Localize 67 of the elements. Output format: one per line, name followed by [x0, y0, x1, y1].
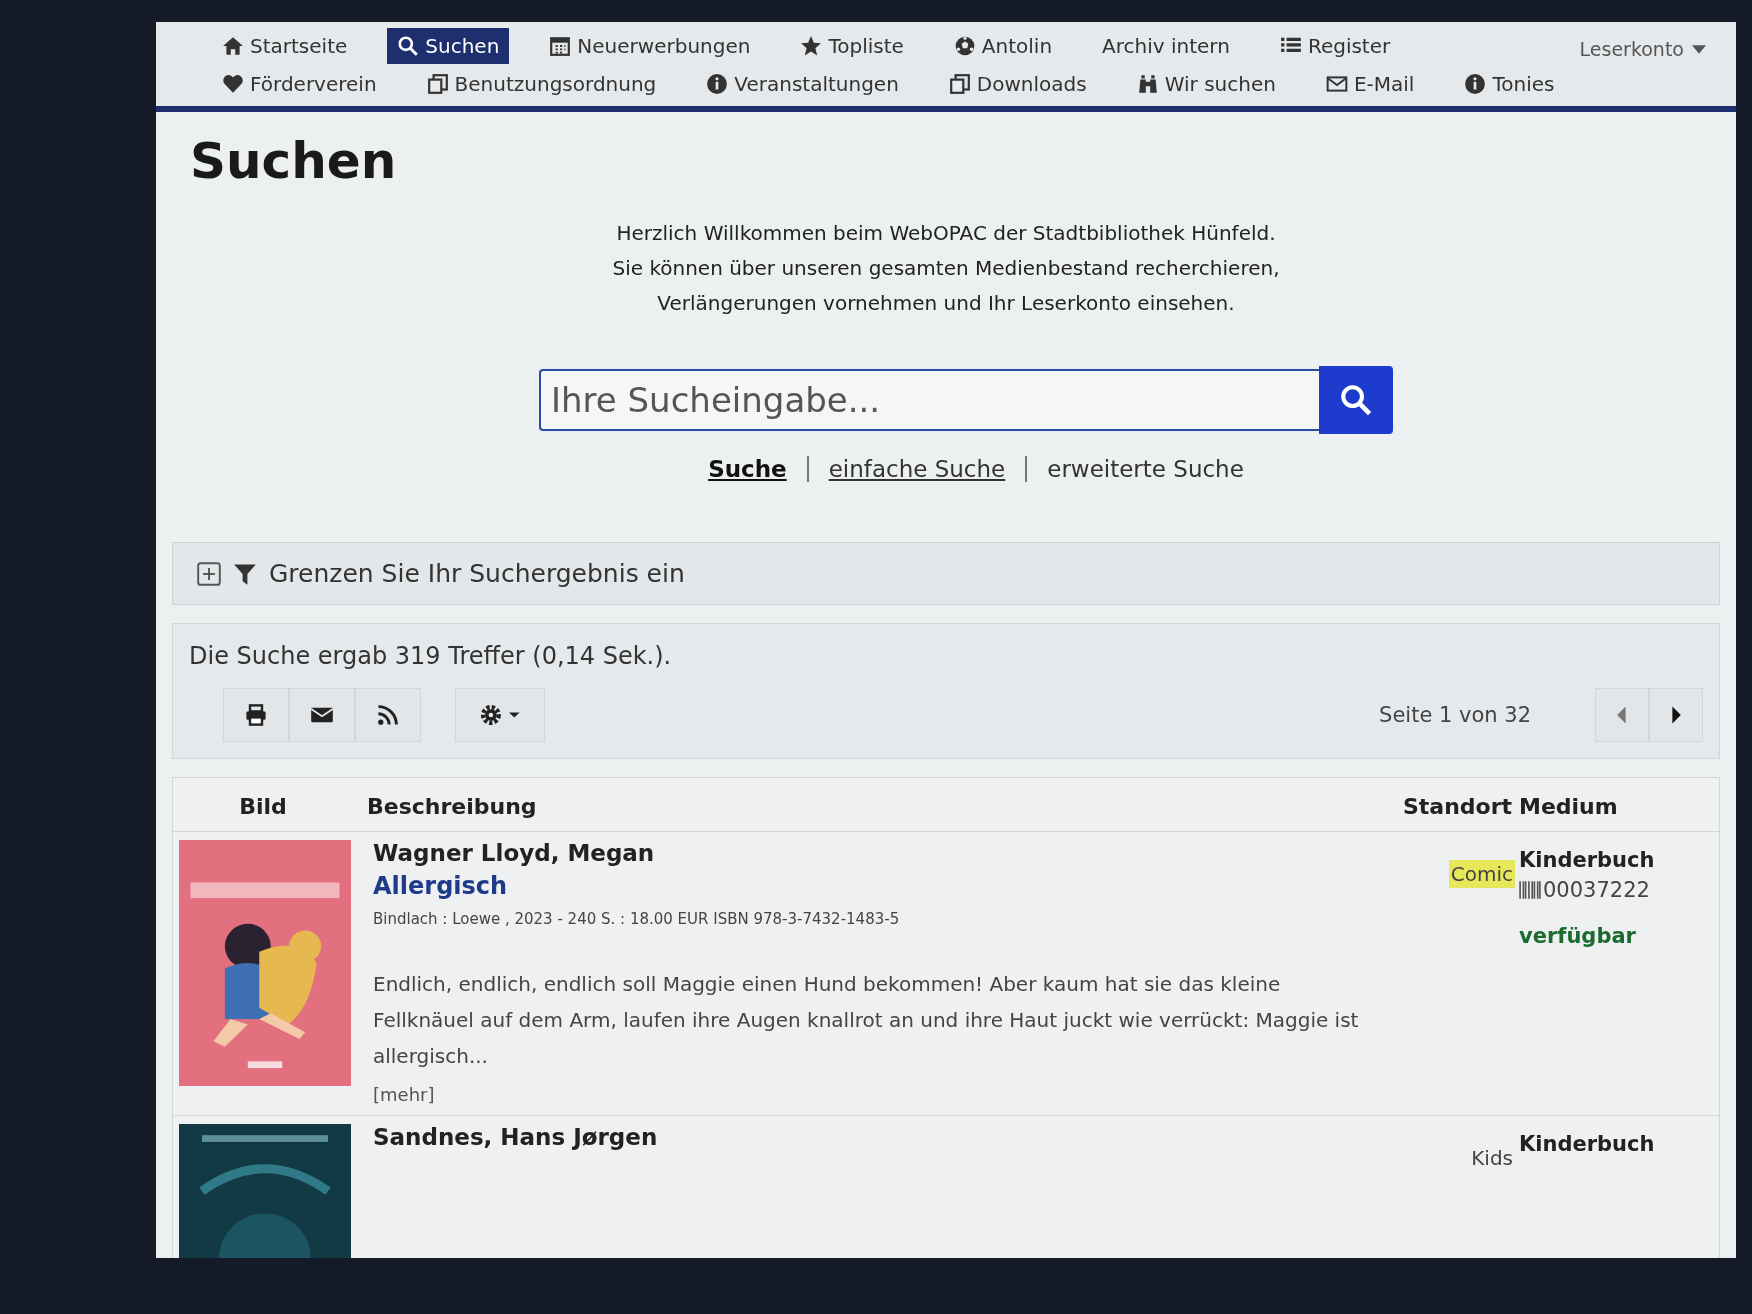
column-header: Standort	[1403, 794, 1514, 819]
nav-link[interactable]: Tonies	[1454, 66, 1565, 102]
printer-icon	[244, 703, 268, 727]
column-header: Bild	[238, 794, 288, 819]
nav-link[interactable]: Startseite	[212, 28, 358, 64]
author-name: Wagner Lloyd, Megan	[373, 840, 656, 866]
nav-link[interactable]: Archiv intern	[1092, 28, 1240, 64]
page-indicator: Seite 1 von 32	[1379, 703, 1531, 727]
title-link[interactable]: Allergisch	[373, 872, 1403, 900]
medium-type: Kinderbuch	[1519, 1132, 1656, 1156]
search-icon	[1339, 383, 1373, 417]
info-icon	[706, 73, 729, 95]
search-mode-link[interactable]: erweiterte Suche	[1047, 456, 1244, 482]
author-name: Sandnes, Hans Jørgen	[373, 1124, 659, 1150]
right-arrow-icon	[1670, 706, 1682, 724]
copy-icon	[948, 73, 971, 95]
availability-status: verfügbar	[1519, 924, 1637, 948]
copy-icon	[426, 73, 449, 95]
nav-link[interactable]: Topliste	[790, 28, 914, 64]
publication-details: Bindlach : Loewe , 2023 - 240 S. : 18.00 EUR ISBN 978-3-7432-1483-5	[373, 910, 901, 928]
nav-link[interactable]: Suchen	[387, 28, 510, 64]
result-summary: Die Suche ergab 319 Treffer (0,14 Sek.).	[189, 642, 673, 670]
envelope-icon	[1325, 73, 1348, 95]
search-field[interactable]: Ihre Sucheingabe...	[539, 369, 1319, 431]
nav-link[interactable]: Veranstaltungen	[696, 66, 909, 102]
nav-link[interactable]: Register	[1269, 28, 1401, 64]
page-title: Suchen	[190, 132, 398, 190]
caret-icon	[1692, 44, 1706, 54]
expand-icon[interactable]	[197, 561, 221, 586]
nav-link[interactable]: Förderverein	[212, 66, 387, 102]
search-mode-link[interactable]: einfache Suche	[828, 456, 1006, 482]
house-icon	[222, 35, 244, 57]
nav-link[interactable]: Downloads	[938, 66, 1097, 102]
location-label: Comic	[1448, 860, 1515, 888]
search-button[interactable]	[1319, 366, 1393, 434]
location-label: Kids	[1470, 1145, 1514, 1172]
next-page-button[interactable]	[1649, 688, 1703, 742]
medium-type: Kinderbuch	[1519, 848, 1656, 872]
more-link[interactable]: [mehr]	[373, 1084, 1403, 1105]
account-menu[interactable]: Leserkonto	[1579, 28, 1706, 60]
nav-link[interactable]: Neuerwerbungen	[539, 28, 761, 64]
barcode-icon	[1519, 881, 1541, 899]
column-header: Beschreibung	[366, 794, 538, 819]
filter-icon	[233, 561, 257, 586]
rss-button[interactable]	[355, 688, 421, 742]
column-header: Medium	[1518, 794, 1619, 819]
nav-link[interactable]: Antolin	[943, 28, 1063, 64]
binoculars-icon	[1136, 73, 1159, 95]
search-icon	[397, 35, 420, 57]
abstract-text: Endlich, endlich, endlich soll Maggie einen Hund bekommen! Aber kaum hat sie das kleine Fellknäuel auf dem Arm, laufen ihre Augen knallrot an und ihre Haut juckt wie verrückt: Maggie ist allergisch...	[373, 971, 1360, 1070]
barcode-number: 00037222	[1543, 878, 1650, 902]
welcome-text: Herzlich Willkommen beim WebOPAC der Stadtbibliothek Hünfeld. Sie können über unseren gesamten Medienbestand recherchieren, Verlängerungen vornehmen und Ihr Leserkonto einsehen.	[611, 220, 1281, 317]
soccer-ball-icon	[953, 35, 976, 57]
rss-icon	[376, 703, 400, 727]
left-arrow-icon	[1616, 706, 1628, 724]
settings-button[interactable]	[455, 688, 545, 742]
star-icon	[800, 35, 823, 57]
nav-link[interactable]: Wir suchen	[1126, 66, 1286, 102]
email-button[interactable]	[289, 688, 355, 742]
info-icon	[1464, 73, 1487, 95]
nav-link[interactable]: Benutzungsordnung	[416, 66, 667, 102]
filter-label[interactable]: Grenzen Sie Ihr Suchergebnis ein	[269, 559, 685, 588]
print-button[interactable]	[223, 688, 289, 742]
heart-icon	[222, 73, 244, 95]
calendar-icon	[549, 35, 572, 57]
nav-link[interactable]: E-Mail	[1315, 66, 1425, 102]
search-mode-link[interactable]: Suche	[708, 456, 787, 482]
